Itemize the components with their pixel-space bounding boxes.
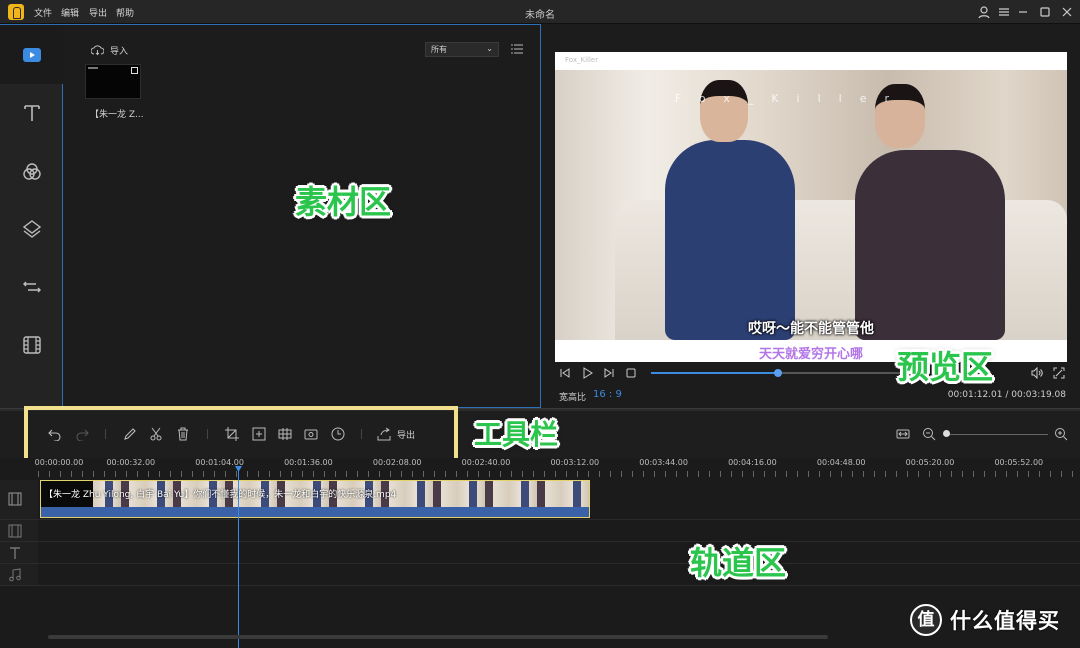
text-track-icon bbox=[10, 547, 20, 559]
toolbar-highlight-box bbox=[24, 406, 458, 466]
pip-track-header bbox=[0, 520, 38, 542]
time-ruler[interactable]: 00:00:00.00 00:00:32.00 00:01:04.00 00:01:3… bbox=[34, 458, 1080, 478]
left-sidebar bbox=[0, 24, 63, 408]
video-clip[interactable]: 【朱一龙 Zhu Yilong, 白宇 Bai Yu】你们不懂我的时候，朱一龙和… bbox=[40, 480, 590, 518]
import-button[interactable]: 导入 bbox=[91, 43, 128, 57]
music-track-icon bbox=[9, 568, 21, 582]
filter-dropdown[interactable]: 所有 ⌄ bbox=[425, 42, 499, 57]
ruler-tick-label: 00:02:08.00 bbox=[372, 458, 422, 467]
brand-watermark: 值 什么值得买 bbox=[910, 604, 1060, 636]
ruler-tick-label: 00:05:20.00 bbox=[905, 458, 955, 467]
select-checkbox[interactable] bbox=[131, 67, 138, 74]
media-icon bbox=[23, 48, 41, 62]
play-icon[interactable] bbox=[581, 367, 593, 379]
ruler-tick-label: 00:00:00.00 bbox=[34, 458, 84, 467]
watermark-large: Fox_Killer bbox=[675, 92, 908, 105]
zoom-out-icon[interactable] bbox=[922, 427, 936, 441]
ruler-ticks bbox=[38, 471, 1080, 477]
user-icon[interactable] bbox=[976, 4, 992, 20]
music-track[interactable] bbox=[38, 564, 1080, 586]
playback-progress[interactable] bbox=[651, 369, 927, 377]
subtitle-primary: 哎呀～能不能管管他 bbox=[748, 321, 874, 337]
zoom-slider[interactable] bbox=[944, 434, 1048, 435]
progress-fill bbox=[651, 372, 778, 374]
ruler-tick-label: 00:01:36.00 bbox=[284, 458, 333, 467]
volume-icon[interactable] bbox=[1031, 367, 1043, 379]
next-frame-icon[interactable] bbox=[603, 367, 615, 379]
sidebar-item-media[interactable] bbox=[0, 24, 63, 84]
film-icon[interactable] bbox=[21, 334, 43, 356]
chevron-down-icon: ⌄ bbox=[486, 44, 493, 53]
video-track-icon bbox=[8, 492, 22, 506]
preview-area-annotation: 预览区 bbox=[897, 348, 994, 386]
watermark-small: Fox_Killer bbox=[565, 56, 599, 64]
document-title: 未命名 bbox=[525, 10, 555, 21]
ruler-tick-label: 00:01:04.00 bbox=[195, 458, 244, 467]
ruler-tick-label: 00:04:16.00 bbox=[728, 458, 777, 467]
list-view-icon[interactable] bbox=[511, 43, 523, 55]
ruler-tick-label: 00:03:12.00 bbox=[550, 458, 600, 467]
progress-handle[interactable] bbox=[773, 369, 782, 377]
playback-controls: 宽高比 16 : 9 00:01:12.01 / 00:03:19.08 bbox=[541, 362, 1080, 408]
cloud-import-icon bbox=[91, 44, 104, 55]
scene-person-left bbox=[665, 140, 795, 340]
transition-icon[interactable] bbox=[21, 276, 43, 298]
zoom-in-icon[interactable] bbox=[1054, 427, 1068, 441]
overlay-icon[interactable] bbox=[21, 218, 43, 240]
video-frame: Fox_Killer bbox=[555, 70, 1067, 340]
video-preview: Fox_Killer Fox_Killer 哎呀～能不能管管他 天天就爱穷开心哪 bbox=[555, 52, 1067, 362]
timeline-scrollbar[interactable] bbox=[48, 635, 828, 639]
clip-title: 【朱一龙 Zhu Yilong, 白宇 Bai Yu】你们不懂我的时候，朱一龙和… bbox=[44, 490, 397, 500]
brand-name: 什么值得买 bbox=[950, 609, 1060, 633]
ruler-tick-label: 00:05:52.00 bbox=[994, 458, 1044, 467]
ruler-tick-label: 00:02:40.00 bbox=[461, 458, 511, 467]
pip-track[interactable] bbox=[38, 520, 1080, 542]
preview-panel: Fox_Killer Fox_Killer 哎呀～能不能管管他 天天就爱穷开心哪… bbox=[541, 24, 1080, 408]
menu-icon[interactable] bbox=[996, 4, 1012, 20]
previous-frame-icon[interactable] bbox=[559, 367, 571, 379]
filter-value: 所有 bbox=[431, 45, 447, 54]
title-bar: 文件 编辑 导出 帮助 未命名 bbox=[0, 0, 1080, 24]
thumbnail-bar bbox=[88, 67, 98, 69]
ruler-tick-label: 00:04:48.00 bbox=[816, 458, 866, 467]
media-area-annotation: 素材区 bbox=[295, 183, 392, 221]
filter-icon[interactable] bbox=[21, 161, 43, 183]
text-icon[interactable] bbox=[21, 102, 43, 124]
editing-toolbar: 导出 工具栏 bbox=[0, 406, 1080, 466]
brand-logo: 值 bbox=[910, 604, 942, 636]
zoom-slider-handle[interactable] bbox=[943, 430, 950, 437]
text-track-header bbox=[0, 542, 38, 564]
aspect-ratio-label: 宽高比 bbox=[559, 393, 587, 403]
import-label: 导入 bbox=[110, 46, 129, 57]
clip-audio-waveform bbox=[41, 507, 589, 517]
ruler-tick-label: 00:03:44.00 bbox=[639, 458, 688, 467]
text-track[interactable] bbox=[38, 542, 1080, 564]
pip-track-icon bbox=[8, 524, 22, 538]
ruler-tick-label: 00:00:32.00 bbox=[106, 458, 156, 467]
minimize-icon[interactable] bbox=[1015, 4, 1031, 20]
stop-icon[interactable] bbox=[625, 367, 637, 379]
aspect-ratio-value[interactable]: 16 : 9 bbox=[593, 389, 622, 400]
media-thumbnail[interactable] bbox=[85, 64, 141, 99]
scene-person-left-head bbox=[700, 80, 748, 142]
music-track-header bbox=[0, 564, 38, 586]
fullscreen-icon[interactable] bbox=[1053, 367, 1065, 379]
media-panel: 导入 所有 ⌄ 【朱一龙 Z... 素材区 bbox=[63, 24, 541, 408]
toolbar-annotation: 工具栏 bbox=[474, 418, 559, 451]
video-track-header bbox=[0, 480, 38, 520]
media-item-label: 【朱一龙 Z... bbox=[90, 110, 144, 120]
timeline-area-annotation: 轨道区 bbox=[690, 544, 787, 582]
scene-person-right bbox=[855, 150, 1005, 340]
timecode: 00:01:12.01 / 00:03:19.08 bbox=[947, 390, 1066, 400]
maximize-icon[interactable] bbox=[1037, 4, 1053, 20]
fit-timeline-icon[interactable] bbox=[896, 427, 910, 441]
close-icon[interactable] bbox=[1059, 4, 1075, 20]
